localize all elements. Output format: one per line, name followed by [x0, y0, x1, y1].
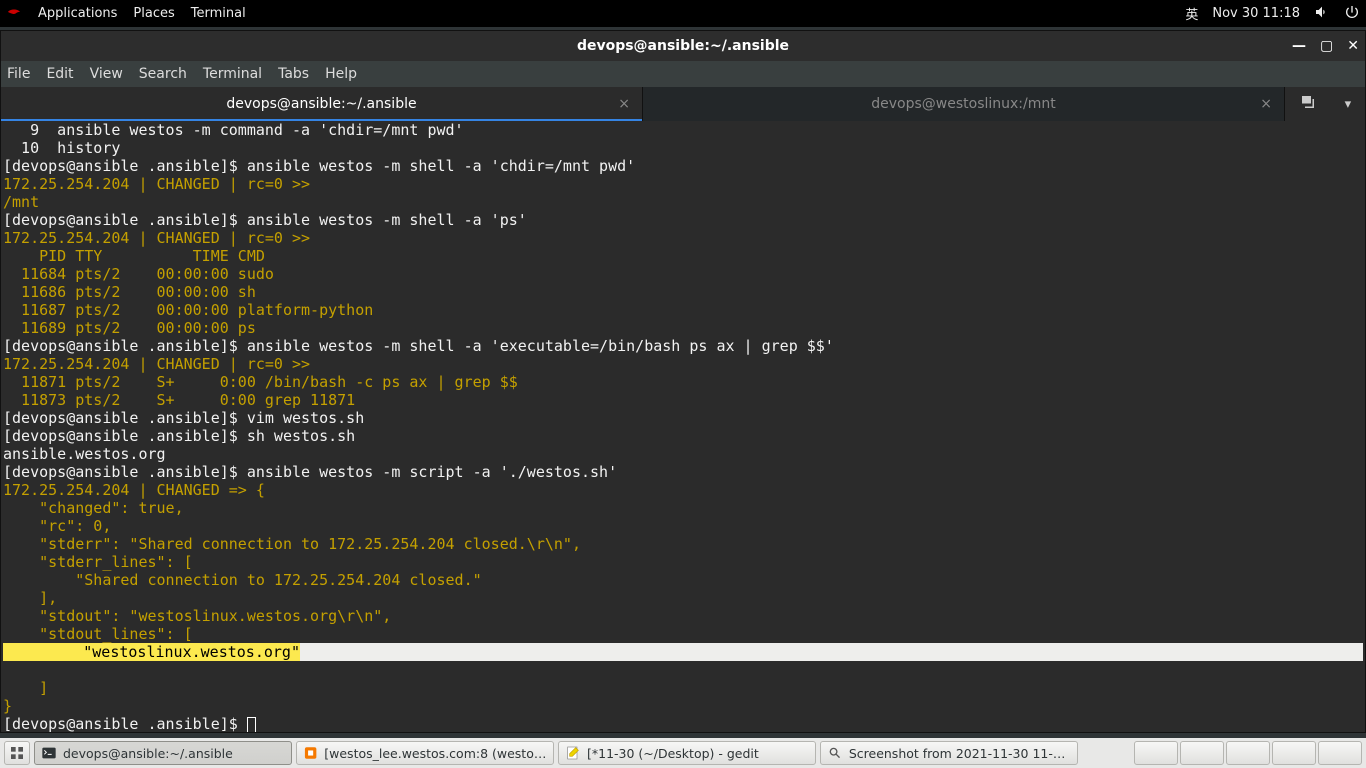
tray-slot-4[interactable] [1272, 741, 1316, 765]
command: sh westos.sh [247, 427, 355, 445]
json-line: "Shared connection to 172.25.254.204 clo… [3, 571, 482, 589]
ansible-result-header: 172.25.254.204 | CHANGED | rc=0 >> [3, 355, 310, 373]
tab-close-icon[interactable]: × [1260, 96, 1272, 112]
prompt: [devops@ansible .ansible]$ [3, 211, 247, 229]
ansible-result-header: 172.25.254.204 | CHANGED => { [3, 481, 265, 499]
tabs-bar: devops@ansible:~/.ansible × devops@westo… [1, 87, 1365, 121]
task-label: [*11-30 (~/Desktop) - gedit [587, 746, 759, 761]
tray-slot-2[interactable] [1180, 741, 1224, 765]
menu-tabs[interactable]: Tabs [278, 66, 309, 82]
ime-indicator[interactable]: 英 [1185, 4, 1198, 23]
json-line: "changed": true, [3, 499, 184, 517]
tab-label: devops@ansible:~/.ansible [226, 96, 416, 112]
command: ansible westos -m script -a './westos.sh… [247, 463, 617, 481]
ps-row: 11686 pts/2 00:00:00 sh [3, 283, 256, 301]
ps-row: 11684 pts/2 00:00:00 sudo [3, 265, 274, 283]
volume-icon[interactable] [1314, 4, 1330, 24]
menu-view[interactable]: View [90, 66, 123, 82]
ansible-result-header: 172.25.254.204 | CHANGED | rc=0 >> [3, 229, 310, 247]
command: ansible westos -m shell -a 'ps' [247, 211, 527, 229]
json-line-selected: "westoslinux.westos.org" [11, 643, 300, 661]
json-line: "stderr_lines": [ [3, 553, 193, 571]
clock[interactable]: Nov 30 11:18 [1212, 6, 1300, 21]
prompt: [devops@ansible .ansible]$ [3, 409, 247, 427]
command: vim westos.sh [247, 409, 364, 427]
json-line: ] [3, 679, 48, 697]
task-label: devops@ansible:~/.ansible [63, 746, 233, 761]
json-line: "rc": 0, [3, 517, 111, 535]
tab-close-icon[interactable]: × [618, 96, 630, 112]
prompt: [devops@ansible .ansible]$ [3, 463, 247, 481]
menu-places[interactable]: Places [133, 6, 174, 21]
menu-terminal[interactable]: Terminal [203, 66, 262, 82]
task-label: Screenshot from 2021-11-30 11-0… [849, 746, 1071, 761]
json-line: } [3, 697, 12, 715]
json-line: ], [3, 589, 57, 607]
tab-westoslinux[interactable]: devops@westoslinux:/mnt × [643, 87, 1285, 121]
minimize-button[interactable]: — [1292, 38, 1306, 54]
ansible-result-header: 172.25.254.204 | CHANGED | rc=0 >> [3, 175, 310, 193]
grep-row: 11871 pts/2 S+ 0:00 /bin/bash -c ps ax |… [3, 373, 518, 391]
history-line: 9 ansible westos -m command -a 'chdir=/m… [3, 121, 464, 139]
menu-file[interactable]: File [7, 66, 30, 82]
terminal-output[interactable]: 9 ansible westos -m command -a 'chdir=/m… [1, 121, 1365, 732]
ps-header: PID TTY TIME CMD [3, 247, 265, 265]
menu-terminal[interactable]: Terminal [191, 6, 246, 21]
window-title: devops@ansible:~/.ansible [577, 38, 789, 54]
maximize-button[interactable]: ▢ [1320, 38, 1333, 54]
tab-label: devops@westoslinux:/mnt [871, 96, 1055, 112]
tab-ansible[interactable]: devops@ansible:~/.ansible × [1, 87, 643, 121]
tab-extras: ▾ [1285, 87, 1365, 121]
new-tab-button[interactable] [1299, 93, 1317, 115]
power-icon[interactable] [1344, 4, 1360, 24]
ps-row: 11689 pts/2 00:00:00 ps [3, 319, 256, 337]
task-label: [westos_lee.westos.com:8 (westos)… [324, 746, 547, 761]
task-screenshot[interactable]: Screenshot from 2021-11-30 11-0… [820, 741, 1078, 765]
command: ansible westos -m shell -a 'executable=/… [247, 337, 834, 355]
desktop-topbar: Applications Places Terminal 英 Nov 30 11… [0, 0, 1366, 27]
json-line: "stdout": "westoslinux.westos.org\r\n", [3, 607, 391, 625]
prompt: [devops@ansible .ansible]$ [3, 337, 247, 355]
command: ansible westos -m shell -a 'chdir=/mnt p… [247, 157, 635, 175]
prompt: [devops@ansible .ansible]$ [3, 427, 247, 445]
tab-menu-button[interactable]: ▾ [1345, 97, 1352, 112]
titlebar[interactable]: devops@ansible:~/.ansible — ▢ ✕ [1, 31, 1365, 61]
menubar: File Edit View Search Terminal Tabs Help [1, 61, 1365, 87]
terminal-window: devops@ansible:~/.ansible — ▢ ✕ File Edi… [0, 30, 1366, 733]
task-gedit[interactable]: [*11-30 (~/Desktop) - gedit [558, 741, 816, 765]
menu-edit[interactable]: Edit [46, 66, 73, 82]
output-line: ansible.westos.org [3, 445, 166, 463]
menu-help[interactable]: Help [325, 66, 357, 82]
tray-slot-1[interactable] [1134, 741, 1178, 765]
prompt: [devops@ansible .ansible]$ [3, 715, 247, 732]
distro-icon [6, 4, 22, 24]
tray-slot-3[interactable] [1226, 741, 1270, 765]
desktop-taskbar: devops@ansible:~/.ansible [westos_lee.we… [0, 738, 1366, 768]
menu-search[interactable]: Search [139, 66, 187, 82]
show-desktop-button[interactable] [4, 741, 30, 765]
ps-row: 11687 pts/2 00:00:00 platform-python [3, 301, 373, 319]
history-line: 10 history [3, 139, 120, 157]
json-line: "stderr": "Shared connection to 172.25.2… [3, 535, 581, 553]
menu-applications[interactable]: Applications [38, 6, 117, 21]
json-line: "stdout_lines": [ [3, 625, 193, 643]
prompt: [devops@ansible .ansible]$ [3, 157, 247, 175]
grep-row: 11873 pts/2 S+ 0:00 grep 11871 [3, 391, 355, 409]
output-line: /mnt [3, 193, 39, 211]
task-remote[interactable]: [westos_lee.westos.com:8 (westos)… [296, 741, 554, 765]
tray-slot-5[interactable] [1318, 741, 1362, 765]
cursor [247, 717, 256, 732]
selected-line: "westoslinux.westos.org" [3, 643, 1363, 661]
close-button[interactable]: ✕ [1347, 38, 1359, 54]
task-terminal[interactable]: devops@ansible:~/.ansible [34, 741, 292, 765]
